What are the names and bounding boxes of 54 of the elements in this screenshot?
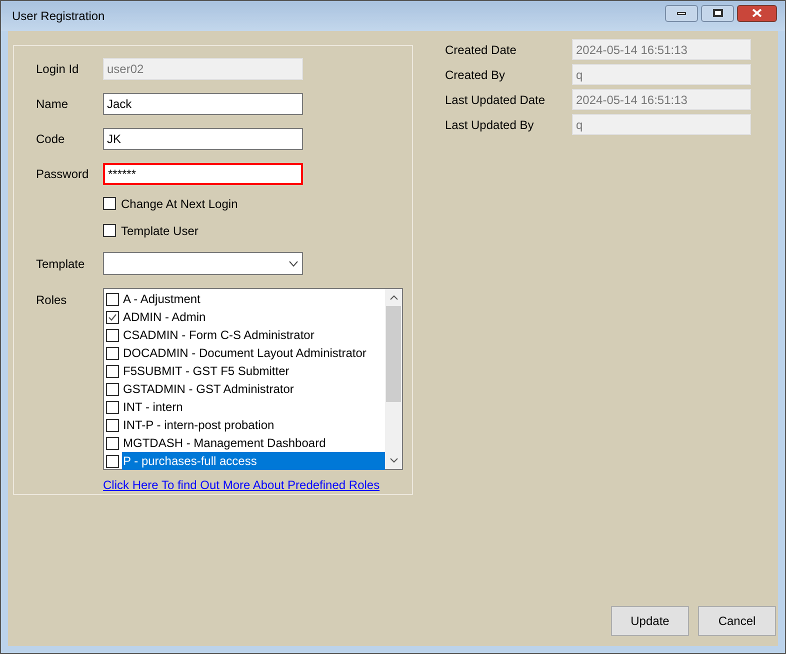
role-item[interactable]: P - purchases-full access	[122, 452, 385, 470]
field-label: Created Date	[445, 42, 518, 58]
scrollbar[interactable]	[385, 289, 402, 469]
text-field[interactable]: Jack	[103, 93, 303, 115]
text-field[interactable]: 2024-05-14 16:51:13	[572, 39, 751, 60]
field-label: Roles	[36, 292, 68, 309]
role-item[interactable]: MGTDASH - Management Dashboard	[122, 434, 385, 452]
close-button[interactable]	[737, 4, 777, 22]
predefined-roles-link[interactable]: Click Here To find Out More About Predefined Roles	[103, 476, 403, 494]
checkbox[interactable]	[106, 436, 119, 450]
dialog-button[interactable]: Update	[611, 606, 689, 636]
checkbox-label: Template User	[121, 222, 198, 240]
field-label: Last Updated By	[445, 116, 535, 134]
text-field[interactable]: 2024-05-14 16:51:13	[572, 89, 751, 110]
checkbox-label: Change At Next Login	[121, 196, 238, 212]
text-field[interactable]: JK	[103, 128, 303, 150]
window-title: User Registration	[12, 8, 105, 25]
close-icon	[752, 9, 762, 17]
field-label: Last Updated Date	[445, 92, 546, 108]
template-dropdown[interactable]	[103, 252, 303, 275]
role-item[interactable]: INT - intern	[122, 398, 385, 416]
role-item[interactable]: A - Adjustment	[122, 290, 385, 308]
role-item[interactable]: GSTADMIN - GST Administrator	[122, 380, 385, 398]
scroll-down-icon[interactable]	[390, 458, 398, 463]
checkbox[interactable]	[106, 382, 119, 396]
checkbox[interactable]	[106, 400, 119, 414]
field-label: Password	[36, 166, 90, 183]
role-item[interactable]: ADMIN - Admin	[122, 308, 385, 326]
text-field[interactable]: q	[572, 114, 751, 135]
checkbox[interactable]	[106, 310, 119, 324]
checkbox[interactable]	[106, 364, 119, 378]
field-label: Template	[36, 256, 86, 272]
role-item[interactable]: INT-P - intern-post probation	[122, 416, 385, 434]
maximize-button[interactable]	[701, 4, 734, 22]
minimize-button[interactable]	[665, 4, 698, 22]
field-label: Login Id	[36, 61, 80, 78]
role-item[interactable]: CSADMIN - Form C-S Administrator	[122, 326, 385, 344]
checkbox[interactable]	[106, 292, 119, 306]
checkbox[interactable]	[106, 454, 119, 468]
chevron-down-icon	[289, 260, 298, 266]
checkbox[interactable]	[103, 224, 116, 237]
field-label: Name	[36, 96, 70, 113]
text-field[interactable]: ******	[103, 163, 303, 185]
checkbox[interactable]	[106, 346, 119, 360]
field-label: Created By	[445, 66, 506, 84]
role-item[interactable]: DOCADMIN - Document Layout Administrator	[122, 344, 385, 362]
field-label: Code	[36, 131, 66, 148]
dialog-button[interactable]: Cancel	[698, 606, 776, 636]
text-field[interactable]: q	[572, 64, 751, 85]
checkbox[interactable]	[106, 418, 119, 432]
scroll-up-icon[interactable]	[390, 295, 398, 300]
checkbox[interactable]	[106, 328, 119, 342]
checkbox[interactable]	[103, 197, 116, 210]
role-item[interactable]: F5SUBMIT - GST F5 Submitter	[122, 362, 385, 380]
